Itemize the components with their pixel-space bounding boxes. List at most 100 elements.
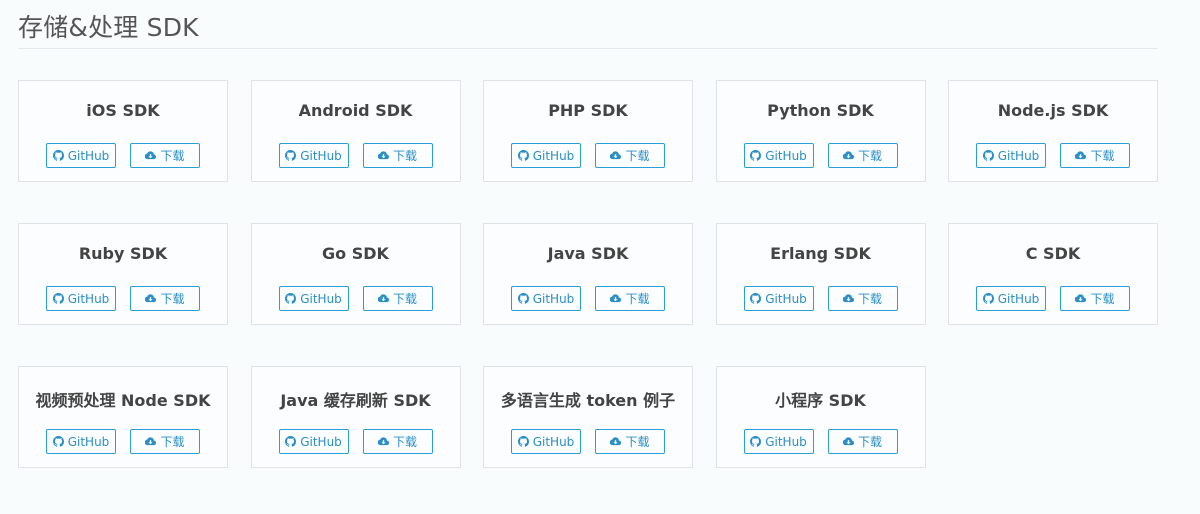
download-button[interactable]: 下载	[130, 143, 200, 168]
sdk-card-title: Android SDK	[298, 101, 413, 120]
sdk-card-title: PHP SDK	[548, 101, 628, 120]
sdk-card-actions: GitHub 下载	[278, 429, 433, 454]
github-button[interactable]: GitHub	[46, 286, 116, 311]
download-button-label: 下载	[1090, 291, 1115, 306]
sdk-card: 小程序 SDK GitHub 下载	[715, 366, 926, 468]
github-icon	[750, 293, 762, 304]
sdk-card-actions: GitHub 下载	[278, 286, 433, 311]
sdk-card-actions: GitHub 下载	[976, 286, 1130, 311]
github-button[interactable]: GitHub	[278, 429, 349, 454]
sdk-card-actions: GitHub 下载	[976, 143, 1130, 168]
github-button-label: GitHub	[765, 434, 807, 449]
sdk-card-actions: GitHub 下载	[278, 143, 433, 168]
github-button[interactable]: GitHub	[743, 429, 814, 454]
github-button-label: GitHub	[532, 148, 575, 163]
download-button[interactable]: 下载	[827, 286, 898, 311]
sdk-card: Java 缓存刷新 SDK GitHub 下载	[250, 366, 461, 468]
sdk-card: Java SDK GitHub 下载	[483, 223, 693, 325]
download-button[interactable]: 下载	[827, 429, 898, 454]
sdk-card: 多语言生成 token 例子 GitHub 下载	[483, 366, 693, 468]
github-button[interactable]: GitHub	[511, 286, 581, 311]
download-button-label: 下载	[392, 148, 417, 163]
download-button-label: 下载	[160, 434, 185, 449]
sdk-card: Go SDK GitHub 下载	[250, 223, 461, 325]
github-button[interactable]: GitHub	[743, 143, 814, 168]
section-title: 存储&处理 SDK	[18, 13, 199, 42]
cloud-download-icon	[610, 150, 622, 161]
github-icon	[285, 436, 297, 447]
download-button[interactable]: 下载	[1060, 286, 1130, 311]
github-button-label: GitHub	[997, 291, 1040, 306]
cloud-download-icon	[610, 293, 622, 304]
cloud-download-icon	[610, 436, 622, 447]
download-button[interactable]: 下载	[130, 429, 200, 454]
github-button[interactable]: GitHub	[743, 286, 814, 311]
download-button-label: 下载	[392, 291, 417, 306]
cloud-download-icon	[145, 150, 157, 161]
github-button[interactable]: GitHub	[278, 286, 349, 311]
sdk-card-title: Go SDK	[322, 244, 389, 263]
sdk-card-title: iOS SDK	[86, 101, 160, 120]
github-icon	[517, 150, 529, 161]
github-icon	[517, 293, 529, 304]
sdk-card-title: Python SDK	[767, 101, 874, 120]
sdk-card-actions: GitHub 下载	[46, 143, 200, 168]
sdk-card-actions: GitHub 下载	[743, 286, 898, 311]
github-button-label: GitHub	[300, 291, 342, 306]
download-button[interactable]: 下载	[595, 429, 665, 454]
github-button-label: GitHub	[997, 148, 1040, 163]
github-button[interactable]: GitHub	[46, 429, 116, 454]
download-button-label: 下载	[625, 148, 650, 163]
download-button[interactable]: 下载	[595, 143, 665, 168]
sdk-card-actions: GitHub 下载	[46, 429, 200, 454]
download-button[interactable]: 下载	[595, 286, 665, 311]
github-button-label: GitHub	[532, 434, 575, 449]
sdk-card-actions: GitHub 下载	[743, 143, 898, 168]
cloud-download-icon	[377, 150, 389, 161]
sdk-card-title: 小程序 SDK	[775, 391, 866, 410]
sdk-card-title: Node.js SDK	[997, 101, 1109, 120]
github-button-label: GitHub	[67, 291, 110, 306]
github-icon	[750, 150, 762, 161]
download-button-label: 下载	[160, 291, 185, 306]
sdk-card-title: Ruby SDK	[78, 244, 168, 263]
github-button[interactable]: GitHub	[976, 286, 1046, 311]
github-icon	[982, 150, 994, 161]
sdk-card-title: 多语言生成 token 例子	[500, 391, 676, 410]
download-button[interactable]: 下载	[1060, 143, 1130, 168]
download-button-label: 下载	[857, 148, 882, 163]
sdk-card-actions: GitHub 下载	[511, 429, 665, 454]
github-button[interactable]: GitHub	[511, 429, 581, 454]
download-button-label: 下载	[625, 434, 650, 449]
github-button[interactable]: GitHub	[46, 143, 116, 168]
download-button[interactable]: 下载	[362, 286, 433, 311]
download-button[interactable]: 下载	[362, 143, 433, 168]
cloud-download-icon	[377, 436, 389, 447]
download-button[interactable]: 下载	[362, 429, 433, 454]
sdk-card: Node.js SDK GitHub 下载	[948, 80, 1158, 182]
github-icon	[285, 150, 297, 161]
sdk-card: Android SDK GitHub 下载	[250, 80, 461, 182]
download-button[interactable]: 下载	[827, 143, 898, 168]
github-button-label: GitHub	[532, 291, 575, 306]
sdk-card-title: Erlang SDK	[770, 244, 871, 263]
cloud-download-icon	[145, 293, 157, 304]
github-button-label: GitHub	[765, 291, 807, 306]
cloud-download-icon	[145, 436, 157, 447]
download-button-label: 下载	[625, 291, 650, 306]
github-icon	[52, 150, 64, 161]
github-icon	[52, 293, 64, 304]
github-icon	[750, 436, 762, 447]
github-button[interactable]: GitHub	[511, 143, 581, 168]
sdk-card-title: Java 缓存刷新 SDK	[280, 391, 431, 410]
github-icon	[52, 436, 64, 447]
page: 存储&处理 SDK iOS SDK GitHub 下载 Android SDK	[0, 0, 1200, 514]
download-button[interactable]: 下载	[130, 286, 200, 311]
github-button[interactable]: GitHub	[976, 143, 1046, 168]
github-button-label: GitHub	[300, 148, 342, 163]
github-button[interactable]: GitHub	[278, 143, 349, 168]
sdk-card: Erlang SDK GitHub 下载	[715, 223, 926, 325]
section-divider	[18, 48, 1158, 49]
github-button-label: GitHub	[765, 148, 807, 163]
cloud-download-icon	[377, 293, 389, 304]
